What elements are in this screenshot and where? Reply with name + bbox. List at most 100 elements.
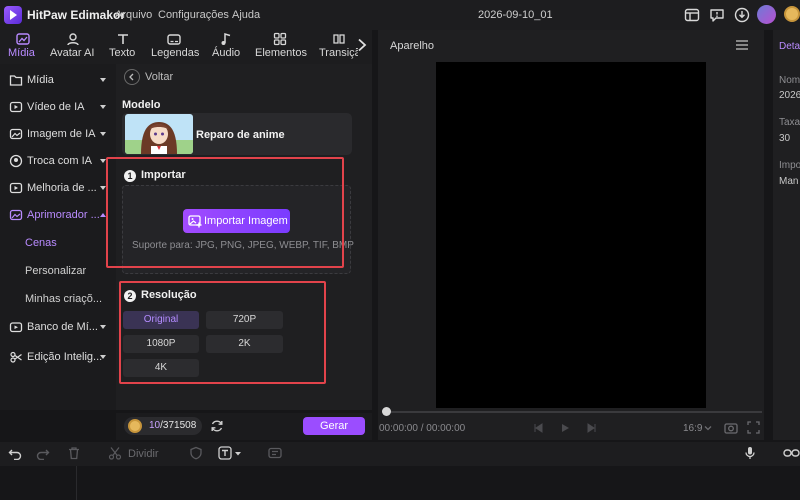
app-title: HitPaw Edimakor — [27, 8, 126, 22]
user-avatar[interactable] — [757, 5, 776, 24]
sidebar-item-midia[interactable]: Mídia — [4, 68, 112, 92]
tab-label: Mídia — [8, 47, 35, 59]
coin-icon[interactable] — [784, 6, 800, 22]
tab-label: Texto — [109, 47, 136, 59]
tab-label: Transiçã — [319, 47, 358, 59]
redo-icon[interactable] — [36, 446, 50, 460]
feedback-icon[interactable] — [709, 7, 725, 23]
tab-midia[interactable]: Mídia — [4, 30, 42, 64]
highlight-box-resolution — [119, 281, 326, 384]
progress-handle[interactable] — [382, 407, 391, 416]
sidebar-item-aprimorador[interactable]: Aprimorador ... — [4, 203, 112, 227]
sidebar-item-imagem-ia[interactable]: Imagem de IA — [4, 122, 112, 146]
elements-icon — [273, 32, 287, 46]
caret-down-icon[interactable] — [234, 451, 242, 457]
sidebar-item-label: Imagem de IA — [27, 128, 96, 140]
timeline-divider — [76, 466, 77, 500]
back-label[interactable]: Voltar — [145, 71, 173, 83]
fullscreen-icon[interactable] — [747, 421, 760, 434]
snapshot-icon[interactable] — [724, 421, 738, 434]
credits-used: 10 — [149, 420, 161, 431]
sidebar-subitem-minhas-criacoes[interactable]: Minhas criaçõ... — [25, 293, 102, 305]
menu-configuracoes[interactable]: Configurações — [158, 9, 229, 21]
undo-icon[interactable] — [8, 446, 22, 460]
face-swap-icon — [9, 154, 23, 168]
text-tool-icon[interactable] — [218, 446, 232, 460]
sidebar-item-melhoria[interactable]: Melhoria de ... — [4, 176, 112, 200]
ratio-chevron-icon[interactable] — [703, 423, 713, 433]
next-frame-icon[interactable] — [587, 423, 597, 433]
aspect-ratio[interactable]: 16:9 — [683, 423, 702, 434]
transition-icon — [332, 32, 346, 46]
play-icon[interactable] — [560, 423, 570, 433]
menu-ajuda[interactable]: Ajuda — [232, 9, 260, 21]
text-icon — [116, 32, 130, 46]
menu-icon[interactable] — [735, 39, 749, 51]
delete-icon[interactable] — [67, 446, 81, 460]
tab-audio[interactable]: Áudio — [209, 30, 243, 64]
download-icon[interactable] — [734, 7, 750, 23]
sidebar-item-label: Melhoria de ... — [27, 182, 97, 194]
tab-legendas[interactable]: Legendas — [150, 30, 200, 64]
caret-down-icon — [100, 132, 106, 136]
details-value: Man — [779, 176, 799, 187]
shield-icon[interactable] — [189, 446, 203, 460]
caret-down-icon — [100, 78, 106, 82]
sidebar-subitem-personalizar[interactable]: Personalizar — [25, 265, 86, 277]
video-preview[interactable] — [436, 62, 706, 408]
progress-bar[interactable] — [382, 411, 762, 413]
playback-time: 00:00:00 / 00:00:00 — [379, 423, 466, 434]
layout-icon[interactable] — [684, 7, 700, 23]
player-title: Aparelho — [390, 40, 435, 52]
tab-texto[interactable]: Texto — [106, 30, 140, 64]
details-value: 30 — [779, 133, 791, 144]
tab-label: Elementos — [255, 47, 307, 59]
tab-elementos[interactable]: Elementos — [254, 30, 308, 64]
tab-label: Legendas — [151, 47, 200, 59]
caret-down-icon — [100, 355, 106, 359]
media-bank-icon — [9, 320, 23, 334]
back-button[interactable] — [124, 69, 140, 85]
media-folder-icon — [9, 73, 23, 87]
microphone-icon[interactable] — [743, 446, 757, 460]
previous-frame-icon[interactable] — [533, 423, 543, 433]
sidebar-item-label: Banco de Mí... — [27, 321, 98, 333]
caret-down-icon — [100, 325, 106, 329]
chevron-right-icon[interactable] — [356, 38, 368, 52]
credits-total: /371508 — [160, 420, 197, 431]
timeline-area[interactable] — [0, 466, 800, 500]
app-logo-icon — [4, 6, 22, 24]
caret-down-icon — [100, 105, 106, 109]
tab-details[interactable]: Deta — [779, 41, 800, 52]
sidebar-item-label: Mídia — [27, 74, 54, 86]
link-icon[interactable] — [783, 446, 800, 460]
sidebar-item-banco-midia[interactable]: Banco de Mí... — [4, 315, 112, 339]
project-name: 2026-09-10_01 — [478, 9, 553, 21]
sidebar-subitem-cenas[interactable]: Cenas — [25, 237, 57, 249]
split-label[interactable]: Dividir — [128, 448, 159, 460]
refresh-icon[interactable] — [209, 418, 225, 434]
sidebar-item-label: Vídeo de IA — [27, 101, 85, 113]
caption-tool-icon[interactable] — [268, 446, 282, 460]
smart-edit-icon — [9, 350, 23, 364]
captions-icon — [167, 32, 181, 46]
sidebar-item-video-ia[interactable]: Vídeo de IA — [4, 95, 112, 119]
tab-transicao[interactable]: Transiçã — [318, 30, 358, 64]
details-label: Nom — [779, 75, 800, 86]
sidebar-item-label: Edição Intelig... — [27, 351, 103, 363]
sidebar-item-edicao-inteligente[interactable]: Edição Intelig... — [4, 345, 112, 369]
audio-icon — [219, 32, 233, 46]
tab-avatar-ai[interactable]: Avatar AI — [48, 30, 96, 64]
menu-arquivo[interactable]: Arquivo — [115, 9, 152, 21]
details-label: Taxa — [779, 117, 800, 128]
sidebar-item-troca-ia[interactable]: Troca com IA — [4, 149, 112, 173]
enhance-icon — [9, 181, 23, 195]
anime-thumbnail — [125, 114, 193, 154]
generate-button[interactable]: Gerar — [303, 417, 365, 435]
details-value: 2026 — [779, 90, 800, 101]
ai-video-icon — [9, 100, 23, 114]
scissors-icon[interactable] — [108, 446, 122, 460]
enhancer-icon — [9, 208, 23, 222]
tab-label: Áudio — [212, 47, 241, 59]
panel-divider — [770, 30, 773, 440]
